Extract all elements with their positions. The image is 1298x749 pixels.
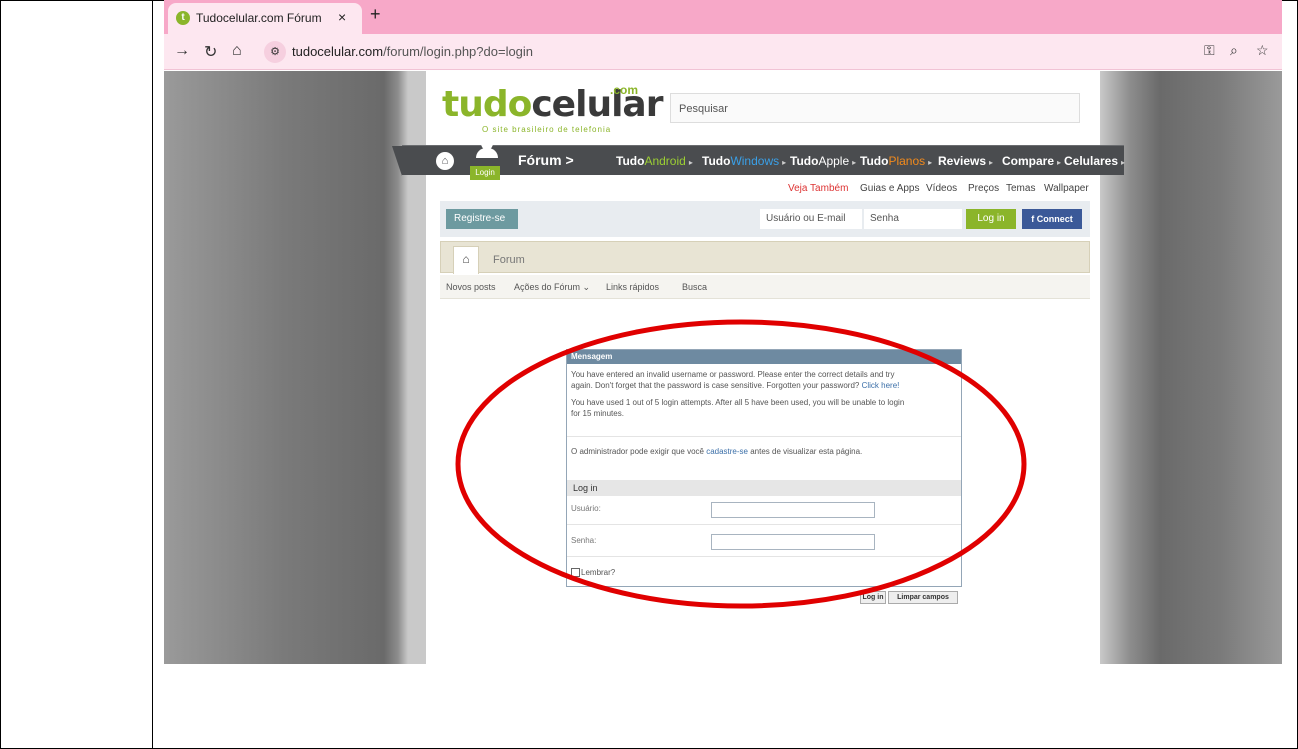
nav-tudowindows[interactable]: TudoWindows ▸ xyxy=(702,154,786,168)
nav-compare[interactable]: Compare ▸ xyxy=(1002,154,1061,168)
login-button[interactable]: Log in xyxy=(966,209,1016,229)
cadastre-se-link[interactable]: cadastre-se xyxy=(706,447,748,456)
breadcrumb-forum[interactable]: Forum xyxy=(493,254,525,266)
nav-celulares[interactable]: Celulares ▸ xyxy=(1064,154,1125,168)
page-background-right xyxy=(1100,71,1282,664)
password-label: Senha: xyxy=(571,536,597,545)
logo-tudo: tudo xyxy=(442,84,532,125)
chevron-down-icon: ⌄ xyxy=(582,282,591,292)
password-input[interactable]: Senha xyxy=(864,209,962,229)
divider xyxy=(567,556,961,557)
subnav-veja-tambem: Veja Também xyxy=(788,183,849,194)
register-button[interactable]: Registre-se xyxy=(446,209,518,229)
action-novos-posts[interactable]: Novos posts xyxy=(446,282,496,292)
zoom-icon[interactable]: ⌕ xyxy=(1230,42,1238,59)
reload-icon[interactable]: ↻ xyxy=(204,42,217,62)
action-busca[interactable]: Busca xyxy=(682,282,707,292)
table-border-left xyxy=(0,0,1,749)
subnav-videos[interactable]: Vídeos xyxy=(926,183,957,194)
table-column-divider xyxy=(152,0,153,749)
main-nav-bar: ⌂ Login Fórum > TudoAndroid ▸ TudoWindows… xyxy=(392,136,1125,180)
subnav-guias[interactable]: Guias e Apps xyxy=(860,183,919,194)
message-box: Mensagem You have entered an invalid use… xyxy=(566,349,962,587)
tudocelular-logo[interactable]: tudocelular .com O site brasileiro de te… xyxy=(442,83,663,135)
forgot-password-link[interactable]: Click here! xyxy=(862,381,900,390)
password-field[interactable] xyxy=(711,534,875,550)
divider xyxy=(567,524,961,525)
document-table-frame: t Tudocelular.com Fórum × + → ↻ ⌂ ⚙ tudo… xyxy=(0,0,1298,749)
tudocelular-favicon-icon: t xyxy=(176,11,190,25)
nav-forum[interactable]: Fórum > xyxy=(518,152,574,168)
breadcrumb-home-icon[interactable]: ⌂ xyxy=(453,246,479,274)
facebook-connect-button[interactable]: f Connect xyxy=(1022,209,1082,229)
divider xyxy=(567,436,961,437)
browser-window: t Tudocelular.com Fórum × + → ↻ ⌂ ⚙ tudo… xyxy=(164,0,1282,664)
remember-checkbox[interactable] xyxy=(571,568,580,577)
nav-tudoandroid[interactable]: TudoAndroid ▸ xyxy=(616,154,693,168)
close-tab-icon[interactable]: × xyxy=(338,9,346,25)
forum-action-bar: Novos posts Ações do Fórum ⌄ Links rápid… xyxy=(440,275,1090,299)
login-section-header: Log in xyxy=(567,480,961,496)
subnav-precos[interactable]: Preços xyxy=(968,183,999,194)
nav-reviews[interactable]: Reviews ▸ xyxy=(938,154,993,168)
action-links-rapidos[interactable]: Links rápidos xyxy=(606,282,659,292)
bookmark-star-icon[interactable]: ☆ xyxy=(1256,42,1269,59)
browser-tab[interactable]: t Tudocelular.com Fórum × xyxy=(168,3,362,34)
remember-label: Lembrar? xyxy=(581,568,616,577)
home-icon[interactable]: ⌂ xyxy=(232,42,242,60)
forward-arrow-icon[interactable]: → xyxy=(174,42,190,60)
web-page: tudocelular .com O site brasileiro de te… xyxy=(392,71,1125,664)
message-header: Mensagem xyxy=(567,350,961,364)
nav-tudoapple[interactable]: TudoApple ▸ xyxy=(790,154,856,168)
error-message: You have entered an invalid username or … xyxy=(571,370,900,390)
search-input[interactable]: Pesquisar xyxy=(670,93,1080,123)
url-text: tudocelular.com/forum/login.php?do=login xyxy=(292,44,534,59)
attempts-message: You have used 1 out of 5 login attempts.… xyxy=(571,398,905,418)
site-settings-icon[interactable]: ⚙ xyxy=(264,41,286,63)
clear-fields-button[interactable]: Limpar campos xyxy=(888,591,958,604)
key-icon[interactable]: ⚿ xyxy=(1204,42,1215,59)
tab-strip: t Tudocelular.com Fórum × + xyxy=(164,0,1282,34)
nav-tudoplanos[interactable]: TudoPlanos ▸ xyxy=(860,154,932,168)
username-field[interactable] xyxy=(711,502,875,518)
login-strip: Registre-se Usuário ou E-mail Senha Log … xyxy=(440,201,1090,237)
logo-celular: celular xyxy=(531,84,663,125)
logo-com: .com xyxy=(610,83,639,97)
sub-nav: Veja Também Guias e Apps Vídeos Preços T… xyxy=(426,177,1100,199)
subnav-wallpaper[interactable]: Wallpaper xyxy=(1044,183,1089,194)
subnav-temas[interactable]: Temas xyxy=(1006,183,1035,194)
admin-message: O administrador pode exigir que você cad… xyxy=(571,447,863,456)
new-tab-icon[interactable]: + xyxy=(370,4,381,25)
username-input[interactable]: Usuário ou E-mail xyxy=(760,209,862,229)
logo-slogan: O site brasileiro de telefonia xyxy=(482,125,612,134)
address-bar[interactable]: ⚙ tudocelular.com/forum/login.php?do=log… xyxy=(264,39,1264,65)
action-acoes-forum[interactable]: Ações do Fórum ⌄ xyxy=(514,282,590,293)
tab-title: Tudocelular.com Fórum xyxy=(196,11,322,25)
submit-login-button[interactable]: Log in xyxy=(860,591,886,604)
nav-home-icon[interactable]: ⌂ xyxy=(436,152,454,170)
breadcrumb: ⌂ Forum xyxy=(440,241,1090,274)
username-label: Usuário: xyxy=(571,504,601,513)
user-avatar-icon[interactable] xyxy=(474,136,500,166)
browser-toolbar: → ↻ ⌂ ⚙ tudocelular.com/forum/login.php?… xyxy=(164,34,1282,70)
